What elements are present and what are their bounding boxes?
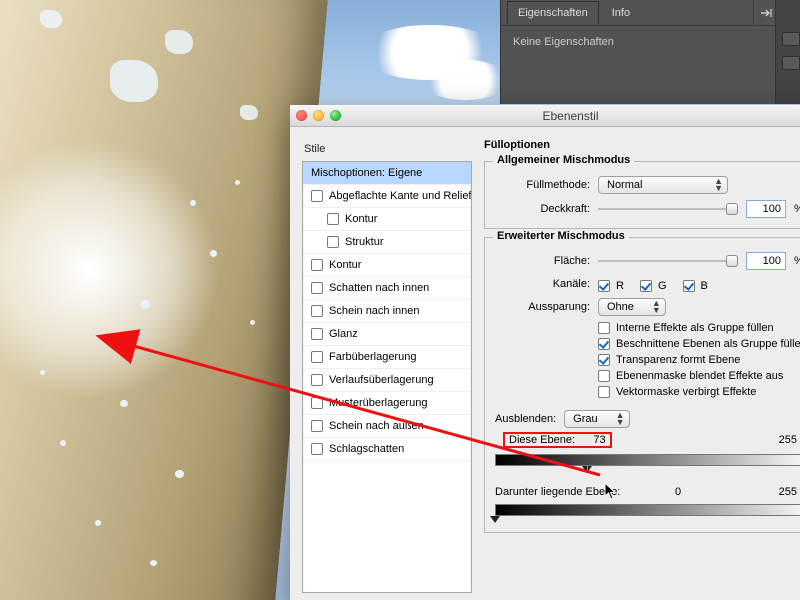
style-item-label: Schlagschatten	[329, 443, 404, 455]
channels-label: Kanäle:	[495, 278, 590, 290]
style-item-label: Schein nach innen	[329, 305, 420, 317]
style-item-label: Schatten nach innen	[329, 282, 429, 294]
tab-info[interactable]: Info	[601, 1, 641, 24]
styles-list[interactable]: Mischoptionen: Eigene Abgeflachte Kante u…	[302, 161, 472, 593]
style-item-7[interactable]: Glanz	[303, 323, 471, 346]
layer-style-dialog: Ebenenstil Stile Mischoptionen: Eigene Ab…	[290, 105, 800, 600]
window-zoom-icon[interactable]	[330, 110, 341, 121]
style-checkbox[interactable]	[311, 374, 323, 386]
style-item-label: Kontur	[345, 213, 377, 225]
style-checkbox[interactable]	[311, 443, 323, 455]
opacity-label: Deckkraft:	[495, 203, 590, 215]
panel-dock-strip	[775, 0, 800, 104]
knockout-label: Aussparung:	[495, 301, 590, 313]
style-checkbox[interactable]	[311, 397, 323, 409]
style-item-6[interactable]: Schein nach innen	[303, 300, 471, 323]
style-item-label: Musterüberlagerung	[329, 397, 427, 409]
style-item-label: Mischoptionen: Eigene	[311, 167, 422, 179]
cb-transparency-shapes[interactable]: Transparenz formt Ebene	[598, 354, 800, 366]
under-layer-low-value: 0	[638, 486, 717, 498]
channel-g[interactable]: G	[640, 280, 667, 292]
style-item-3[interactable]: Struktur	[303, 231, 471, 254]
blendif-channel-select[interactable]: Grau ▲▼	[564, 410, 629, 428]
cb-clipped-layers[interactable]: Beschnittene Ebenen als Gruppe füllen	[598, 338, 800, 350]
opacity-pct: %	[794, 203, 800, 215]
style-item-11[interactable]: Schein nach außen	[303, 415, 471, 438]
window-close-icon[interactable]	[296, 110, 307, 121]
style-item-10[interactable]: Musterüberlagerung	[303, 392, 471, 415]
style-item-5[interactable]: Schatten nach innen	[303, 277, 471, 300]
style-checkbox[interactable]	[311, 351, 323, 363]
style-item-9[interactable]: Verlaufsüberlagerung	[303, 369, 471, 392]
window-minimize-icon[interactable]	[313, 110, 324, 121]
this-layer-label: Diese Ebene:	[509, 434, 575, 446]
tab-eigenschaften[interactable]: Eigenschaften	[507, 1, 599, 24]
styles-header: Stile	[302, 139, 472, 161]
style-checkbox[interactable]	[311, 328, 323, 340]
style-checkbox[interactable]	[311, 190, 323, 202]
general-blend-legend: Allgemeiner Mischmodus	[493, 154, 634, 166]
style-item-label: Farbüberlagerung	[329, 351, 416, 363]
style-item-12[interactable]: Schlagschatten	[303, 438, 471, 461]
fill-opacity-label: Fläche:	[495, 255, 590, 267]
blend-mode-label: Füllmethode:	[495, 179, 590, 191]
style-item-0[interactable]: Mischoptionen: Eigene	[303, 162, 471, 185]
blend-mode-select[interactable]: Normal ▲▼	[598, 176, 728, 194]
style-item-label: Glanz	[329, 328, 358, 340]
dock-icon-a[interactable]	[782, 32, 800, 46]
fill-opacity-input[interactable]	[746, 252, 786, 270]
this-layer-highlight: Diese Ebene: 73	[503, 432, 612, 448]
style-checkbox[interactable]	[311, 420, 323, 432]
style-item-2[interactable]: Kontur	[303, 208, 471, 231]
knockout-select[interactable]: Ohne ▲▼	[598, 298, 666, 316]
style-item-8[interactable]: Farbüberlagerung	[303, 346, 471, 369]
style-checkbox[interactable]	[311, 259, 323, 271]
fill-options-header: Fülloptionen	[484, 139, 800, 151]
properties-body: Keine Eigenschaften	[501, 26, 800, 58]
properties-panel: Eigenschaften Info Keine Eigenschaften	[500, 0, 800, 104]
under-layer-label: Darunter liegende Ebene:	[495, 486, 620, 498]
style-item-4[interactable]: Kontur	[303, 254, 471, 277]
style-item-label: Verlaufsüberlagerung	[329, 374, 434, 386]
this-layer-low-value: 73	[593, 434, 605, 446]
channel-b[interactable]: B	[683, 280, 708, 292]
style-item-label: Abgeflachte Kante und Relief	[329, 190, 472, 202]
style-item-1[interactable]: Abgeflachte Kante und Relief	[303, 185, 471, 208]
advanced-blend-legend: Erweiterter Mischmodus	[493, 230, 629, 242]
dock-icon-b[interactable]	[782, 56, 800, 70]
style-checkbox[interactable]	[311, 305, 323, 317]
style-checkbox[interactable]	[327, 213, 339, 225]
this-layer-blend-slider[interactable]	[495, 454, 800, 472]
style-checkbox[interactable]	[311, 282, 323, 294]
channel-r[interactable]: R	[598, 280, 624, 292]
style-item-label: Kontur	[329, 259, 361, 271]
fill-opacity-slider[interactable]	[598, 253, 738, 269]
opacity-input[interactable]	[746, 200, 786, 218]
blendif-label: Ausblenden:	[495, 413, 556, 425]
general-blend-group: Allgemeiner Mischmodus Füllmethode: Norm…	[484, 161, 800, 229]
opacity-slider[interactable]	[598, 201, 738, 217]
dialog-title: Ebenenstil	[347, 109, 800, 123]
dialog-titlebar[interactable]: Ebenenstil	[290, 105, 800, 127]
fill-pct: %	[794, 255, 800, 267]
style-checkbox[interactable]	[327, 236, 339, 248]
style-item-label: Schein nach außen	[329, 420, 424, 432]
cb-vectormask-hides[interactable]: Vektormaske verbirgt Effekte	[598, 386, 800, 398]
advanced-blend-group: Erweiterter Mischmodus Fläche: % Kanäle:…	[484, 237, 800, 533]
under-layer-high-value: 255	[718, 486, 800, 498]
under-layer-blend-slider[interactable]	[495, 504, 800, 522]
style-item-label: Struktur	[345, 236, 384, 248]
this-layer-high-value: 255	[630, 434, 800, 446]
cb-internal-effects[interactable]: Interne Effekte als Gruppe füllen	[598, 322, 800, 334]
cb-layermask-hides[interactable]: Ebenenmaske blendet Effekte aus	[598, 370, 800, 382]
